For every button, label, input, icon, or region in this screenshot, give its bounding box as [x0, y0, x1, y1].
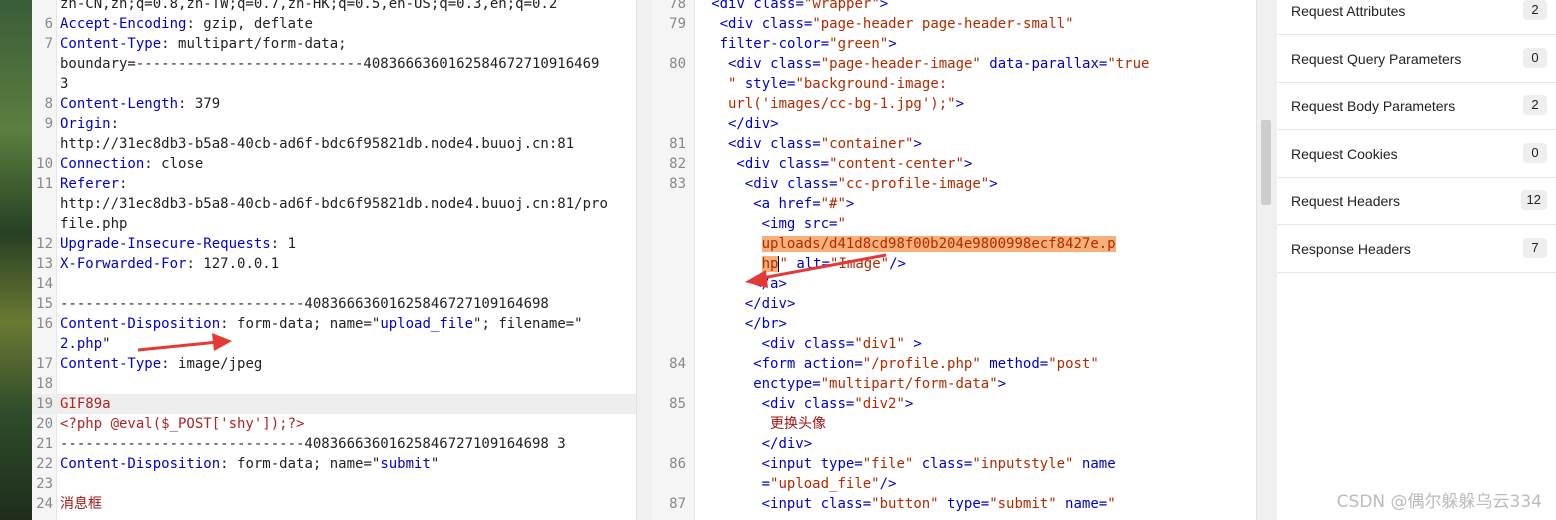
- annotation-arrow: [137, 333, 232, 352]
- annotation-arrow: [745, 253, 887, 288]
- annotation-layer: [137, 253, 887, 352]
